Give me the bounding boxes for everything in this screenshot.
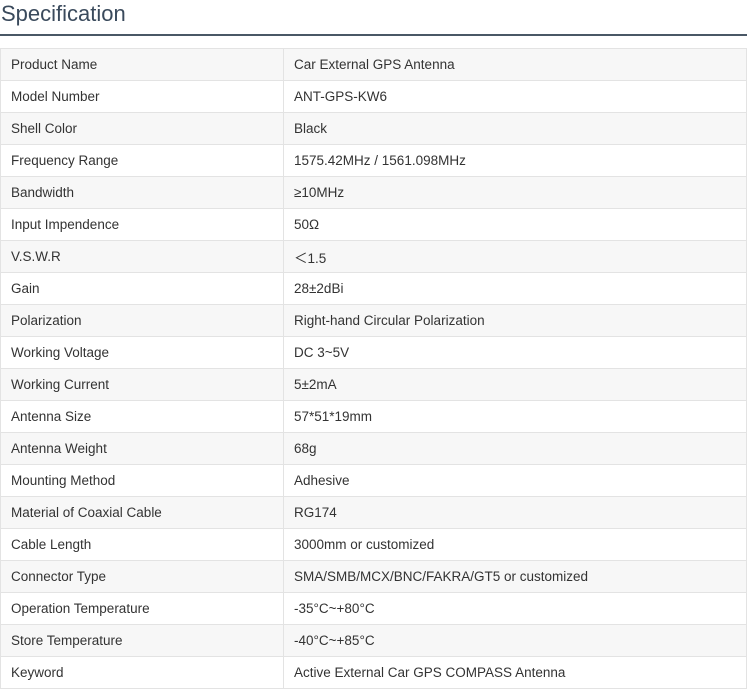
spec-row: Working Voltage DC 3~5V xyxy=(0,336,747,369)
spec-row: Connector Type SMA/SMB/MCX/BNC/FAKRA/GT5 … xyxy=(0,560,747,593)
spec-label: Antenna Size xyxy=(0,400,284,433)
spec-row: Model Number ANT-GPS-KW6 xyxy=(0,80,747,113)
spec-value: 1575.42MHz / 1561.098MHz xyxy=(283,144,747,177)
spec-value: 3000mm or customized xyxy=(283,528,747,561)
spec-value: 5±2mA xyxy=(283,368,747,401)
spec-value: 28±2dBi xyxy=(283,272,747,305)
specification-table: Product Name Car External GPS Antenna Mode… xyxy=(0,48,747,689)
spec-label: Polarization xyxy=(0,304,284,337)
spec-label: V.S.W.R xyxy=(0,240,284,273)
spec-row: Frequency Range 1575.42MHz / 1561.098MHz xyxy=(0,144,747,177)
spec-value: 50Ω xyxy=(283,208,747,241)
specification-table-body: Product Name Car External GPS Antenna Mode… xyxy=(0,48,747,689)
spec-row: Polarization Right-hand Circular Polariza… xyxy=(0,304,747,337)
spec-value: SMA/SMB/MCX/BNC/FAKRA/GT5 or customized xyxy=(283,560,747,593)
spec-value: Car External GPS Antenna xyxy=(283,48,747,81)
spec-value: -40°C~+85°C xyxy=(283,624,747,657)
spec-label: Shell Color xyxy=(0,112,284,145)
spec-row: Shell Color Black xyxy=(0,112,747,145)
spec-row: Input Impendence 50Ω xyxy=(0,208,747,241)
spec-row: Working Current 5±2mA xyxy=(0,368,747,401)
spec-label: Keyword xyxy=(0,656,284,689)
spec-row: Antenna Size 57*51*19mm xyxy=(0,400,747,433)
spec-row: Mounting Method Adhesive xyxy=(0,464,747,497)
spec-label: Gain xyxy=(0,272,284,305)
spec-label: Product Name xyxy=(0,48,284,81)
spec-label: Bandwidth xyxy=(0,176,284,209)
spec-value: 57*51*19mm xyxy=(283,400,747,433)
spec-label: Cable Length xyxy=(0,528,284,561)
spec-label: Material of Coaxial Cable xyxy=(0,496,284,529)
spec-label: Antenna Weight xyxy=(0,432,284,465)
spec-label: Operation Temperature xyxy=(0,592,284,625)
spec-label: Mounting Method xyxy=(0,464,284,497)
spec-value: Adhesive xyxy=(283,464,747,497)
spec-label: Working Voltage xyxy=(0,336,284,369)
spec-value: 68g xyxy=(283,432,747,465)
spec-row: Bandwidth ≥10MHz xyxy=(0,176,747,209)
section-title: Specification xyxy=(0,0,747,36)
spec-value: DC 3~5V xyxy=(283,336,747,369)
spec-value: ＜1.5 xyxy=(283,240,747,273)
spec-row: Store Temperature -40°C~+85°C xyxy=(0,624,747,657)
spec-label: Model Number xyxy=(0,80,284,113)
spec-row: Gain 28±2dBi xyxy=(0,272,747,305)
spec-row: Antenna Weight 68g xyxy=(0,432,747,465)
spec-value: -35°C~+80°C xyxy=(283,592,747,625)
spec-row: V.S.W.R ＜1.5 xyxy=(0,240,747,273)
spec-row: Product Name Car External GPS Antenna xyxy=(0,48,747,81)
spec-row: Operation Temperature -35°C~+80°C xyxy=(0,592,747,625)
spec-value: RG174 xyxy=(283,496,747,529)
spec-value: ANT-GPS-KW6 xyxy=(283,80,747,113)
spec-value: ≥10MHz xyxy=(283,176,747,209)
spec-label: Store Temperature xyxy=(0,624,284,657)
spec-value: Right-hand Circular Polarization xyxy=(283,304,747,337)
spec-label: Connector Type xyxy=(0,560,284,593)
spec-row: Cable Length 3000mm or customized xyxy=(0,528,747,561)
spec-label: Frequency Range xyxy=(0,144,284,177)
spec-row: Keyword Active External Car GPS COMPASS A… xyxy=(0,656,747,689)
spec-value: Active External Car GPS COMPASS Antenna xyxy=(283,656,747,689)
spec-row: Material of Coaxial Cable RG174 xyxy=(0,496,747,529)
spec-label: Input Impendence xyxy=(0,208,284,241)
spec-value: Black xyxy=(283,112,747,145)
spec-label: Working Current xyxy=(0,368,284,401)
